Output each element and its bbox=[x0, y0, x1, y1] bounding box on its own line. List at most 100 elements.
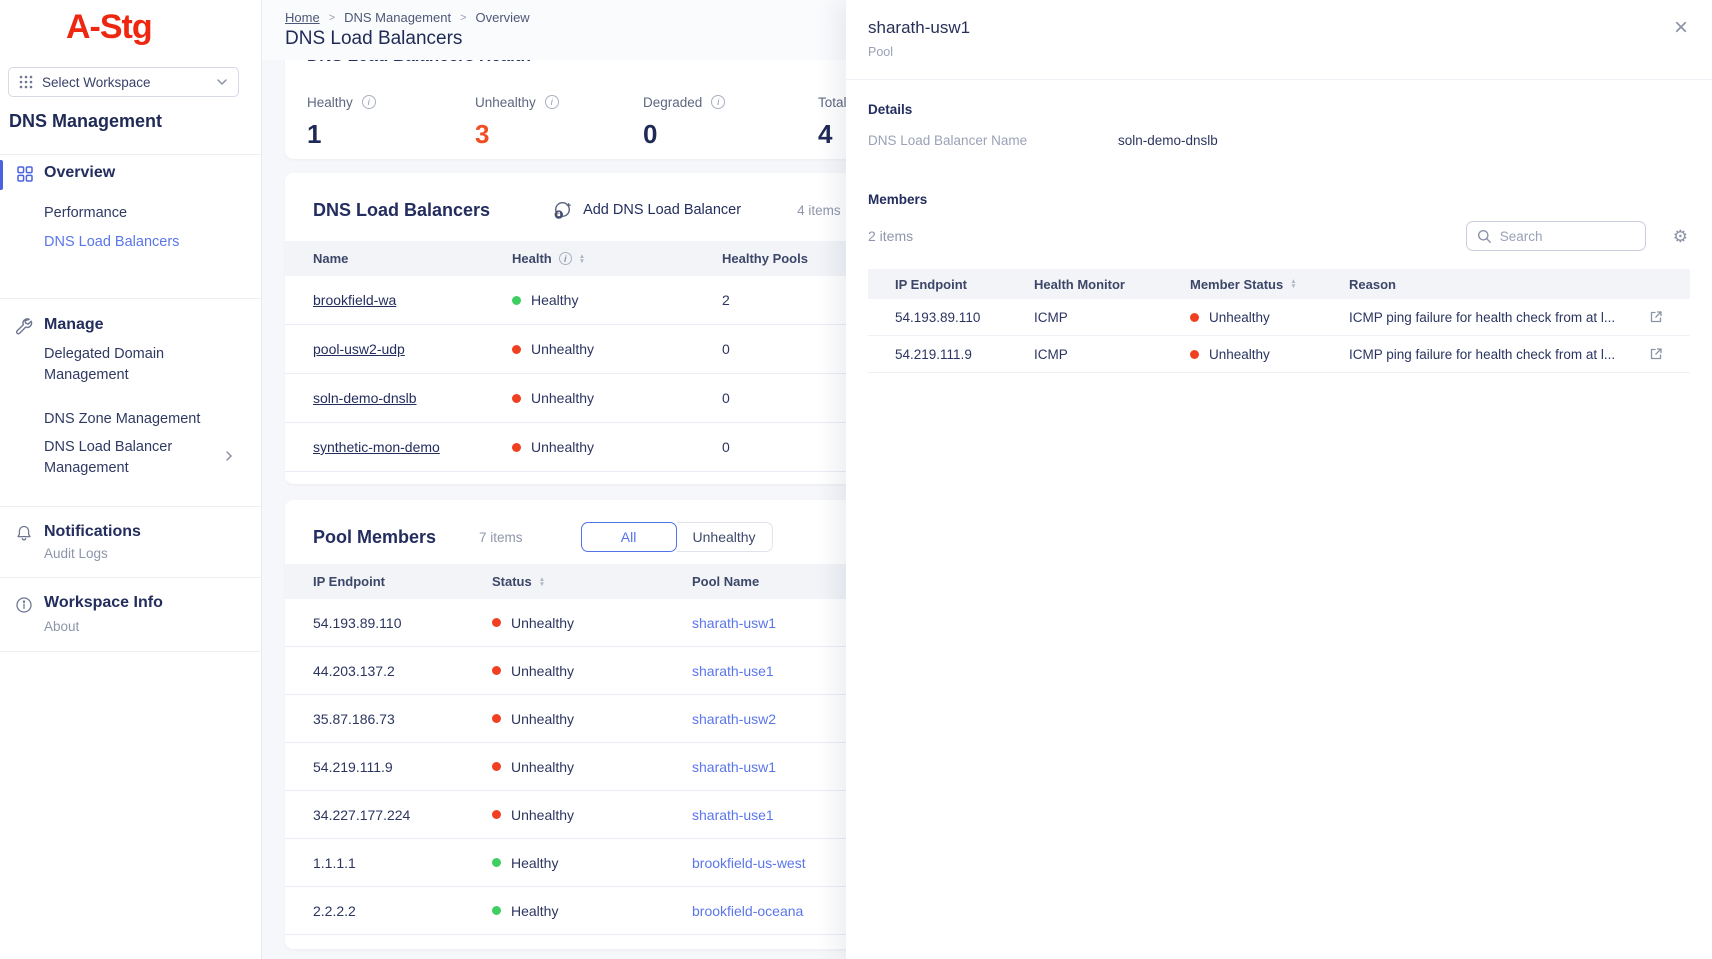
col-reason: Reason bbox=[1349, 277, 1663, 292]
active-indicator bbox=[0, 160, 3, 190]
drawer-title: sharath-usw1 bbox=[868, 18, 970, 38]
sidebar-item-delegated-domain-management[interactable]: Delegated Domain Management bbox=[44, 344, 214, 386]
reason-text: ICMP ping failure for health check from … bbox=[1349, 310, 1637, 325]
col-health-label: Health bbox=[512, 251, 552, 266]
col-ip-endpoint: IP Endpoint bbox=[313, 574, 492, 589]
breadcrumb-dns-management[interactable]: DNS Management bbox=[344, 10, 451, 25]
lb-card-title: DNS Load Balancers bbox=[313, 200, 490, 221]
status-dot bbox=[1190, 313, 1199, 322]
info-icon[interactable]: i bbox=[711, 95, 725, 109]
status-dot bbox=[492, 762, 501, 771]
sidebar-item-notifications[interactable]: Notifications bbox=[44, 523, 141, 541]
sidebar: A-Stg Select Workspace DNS Management Ov… bbox=[0, 0, 262, 959]
ip-endpoint: 54.219.111.9 bbox=[313, 759, 492, 775]
health-label: Unhealthy bbox=[531, 390, 594, 406]
ip-endpoint: 35.87.186.73 bbox=[313, 711, 492, 727]
add-lb-icon bbox=[552, 200, 573, 221]
reason-text: ICMP ping failure for health check from … bbox=[1349, 347, 1637, 362]
status-label: Unhealthy bbox=[511, 759, 574, 775]
workspace-selector[interactable]: Select Workspace bbox=[8, 67, 239, 97]
chevron-separator-icon: > bbox=[329, 12, 335, 24]
external-link-icon[interactable] bbox=[1649, 347, 1663, 361]
lb-name-link[interactable]: synthetic-mon-demo bbox=[313, 439, 512, 455]
stat-value: 3 bbox=[475, 119, 643, 149]
field-label: DNS Load Balancer Name bbox=[868, 133, 1118, 148]
breadcrumb-overview[interactable]: Overview bbox=[476, 10, 530, 25]
info-icon[interactable]: i bbox=[559, 252, 572, 265]
status-dot bbox=[1190, 350, 1199, 359]
lb-name-link[interactable]: pool-usw2-udp bbox=[313, 341, 512, 357]
stat-label: Total bbox=[818, 95, 847, 110]
filter-all-button[interactable]: All bbox=[581, 522, 677, 552]
status-label: Healthy bbox=[511, 903, 558, 919]
field-value: soln-demo-dnslb bbox=[1118, 133, 1218, 148]
sidebar-item-dns-zone-management[interactable]: DNS Zone Management bbox=[44, 409, 200, 430]
search-input[interactable] bbox=[1500, 229, 1620, 244]
chevron-separator-icon: > bbox=[460, 12, 466, 24]
filter-unhealthy-button[interactable]: Unhealthy bbox=[677, 522, 773, 552]
info-icon[interactable]: i bbox=[362, 95, 376, 109]
col-status-sort[interactable]: Status ▲▼ bbox=[492, 574, 692, 589]
stat-value: 1 bbox=[307, 119, 475, 149]
sidebar-item-manage[interactable]: Manage bbox=[44, 316, 104, 334]
sidebar-item-workspace-info[interactable]: Workspace Info bbox=[44, 594, 163, 612]
status-dot bbox=[492, 858, 501, 867]
sort-icon: ▲▼ bbox=[579, 254, 585, 264]
table-row: 54.193.89.110 ICMP Unhealthy ICMP ping f… bbox=[868, 299, 1690, 336]
col-member-status-sort[interactable]: Member Status ▲▼ bbox=[1190, 277, 1349, 292]
status-dot bbox=[512, 296, 521, 305]
sidebar-item-dns-load-balancer-management[interactable]: DNS Load Balancer Management bbox=[44, 437, 204, 479]
ip-endpoint: 1.1.1.1 bbox=[313, 855, 492, 871]
member-status-label: Unhealthy bbox=[1209, 310, 1270, 325]
health-label: Unhealthy bbox=[531, 439, 594, 455]
status-label: Unhealthy bbox=[511, 615, 574, 631]
chevron-right-icon bbox=[225, 450, 233, 462]
workspace-selector-label: Select Workspace bbox=[42, 75, 151, 90]
ip-endpoint: 54.193.89.110 bbox=[313, 615, 492, 631]
sidebar-item-overview[interactable]: Overview bbox=[44, 164, 115, 182]
ip-endpoint: 2.2.2.2 bbox=[313, 903, 492, 919]
lb-name-link[interactable]: soln-demo-dnslb bbox=[313, 390, 512, 406]
page-title: DNS Load Balancers bbox=[285, 28, 462, 50]
add-dns-load-balancer-button[interactable]: Add DNS Load Balancer bbox=[552, 200, 741, 221]
col-ip-endpoint: IP Endpoint bbox=[895, 277, 1034, 292]
stat-label: Healthy bbox=[307, 95, 353, 110]
sidebar-item-about[interactable]: About bbox=[44, 619, 79, 634]
health-monitor: ICMP bbox=[1034, 347, 1190, 362]
gear-icon[interactable]: ⚙ bbox=[1673, 228, 1688, 245]
search-icon bbox=[1477, 229, 1492, 244]
detail-field: DNS Load Balancer Name soln-demo-dnslb bbox=[868, 133, 1690, 148]
divider bbox=[0, 651, 262, 652]
status-label: Healthy bbox=[511, 855, 558, 871]
health-label: Unhealthy bbox=[531, 341, 594, 357]
table-row: 54.219.111.9 ICMP Unhealthy ICMP ping fa… bbox=[868, 336, 1690, 373]
info-icon[interactable]: i bbox=[545, 95, 559, 109]
stat-unhealthy: Unhealthyi 3 bbox=[475, 94, 643, 149]
sidebar-item-dns-load-balancers[interactable]: DNS Load Balancers bbox=[44, 232, 179, 253]
divider bbox=[0, 577, 262, 578]
col-health-sort[interactable]: Health i ▲▼ bbox=[512, 251, 722, 266]
breadcrumb-home[interactable]: Home bbox=[285, 10, 320, 25]
grid-dots-icon bbox=[19, 75, 33, 89]
close-icon[interactable]: × bbox=[1674, 16, 1688, 40]
status-dot bbox=[492, 666, 501, 675]
members-count: 2 items bbox=[868, 228, 913, 244]
members-heading: Members bbox=[868, 192, 1690, 207]
pool-members-title: Pool Members bbox=[313, 527, 436, 548]
stat-value: 0 bbox=[643, 119, 811, 149]
members-controls: 2 items ⚙ bbox=[868, 221, 1690, 251]
search-field[interactable] bbox=[1466, 221, 1646, 251]
chevron-down-icon bbox=[216, 78, 228, 86]
members-table-header: IP Endpoint Health Monitor Member Status… bbox=[868, 269, 1690, 299]
sidebar-item-audit-logs[interactable]: Audit Logs bbox=[44, 546, 108, 561]
app-logo: A-Stg bbox=[66, 8, 152, 47]
status-label: Unhealthy bbox=[511, 807, 574, 823]
drawer-header: sharath-usw1 Pool × bbox=[846, 0, 1712, 80]
status-dot bbox=[492, 714, 501, 723]
health-monitor: ICMP bbox=[1034, 310, 1190, 325]
lb-name-link[interactable]: brookfield-wa bbox=[313, 292, 512, 308]
details-heading: Details bbox=[868, 102, 1690, 117]
col-status-label: Status bbox=[492, 574, 532, 589]
external-link-icon[interactable] bbox=[1649, 310, 1663, 324]
sidebar-item-performance[interactable]: Performance bbox=[44, 203, 127, 224]
